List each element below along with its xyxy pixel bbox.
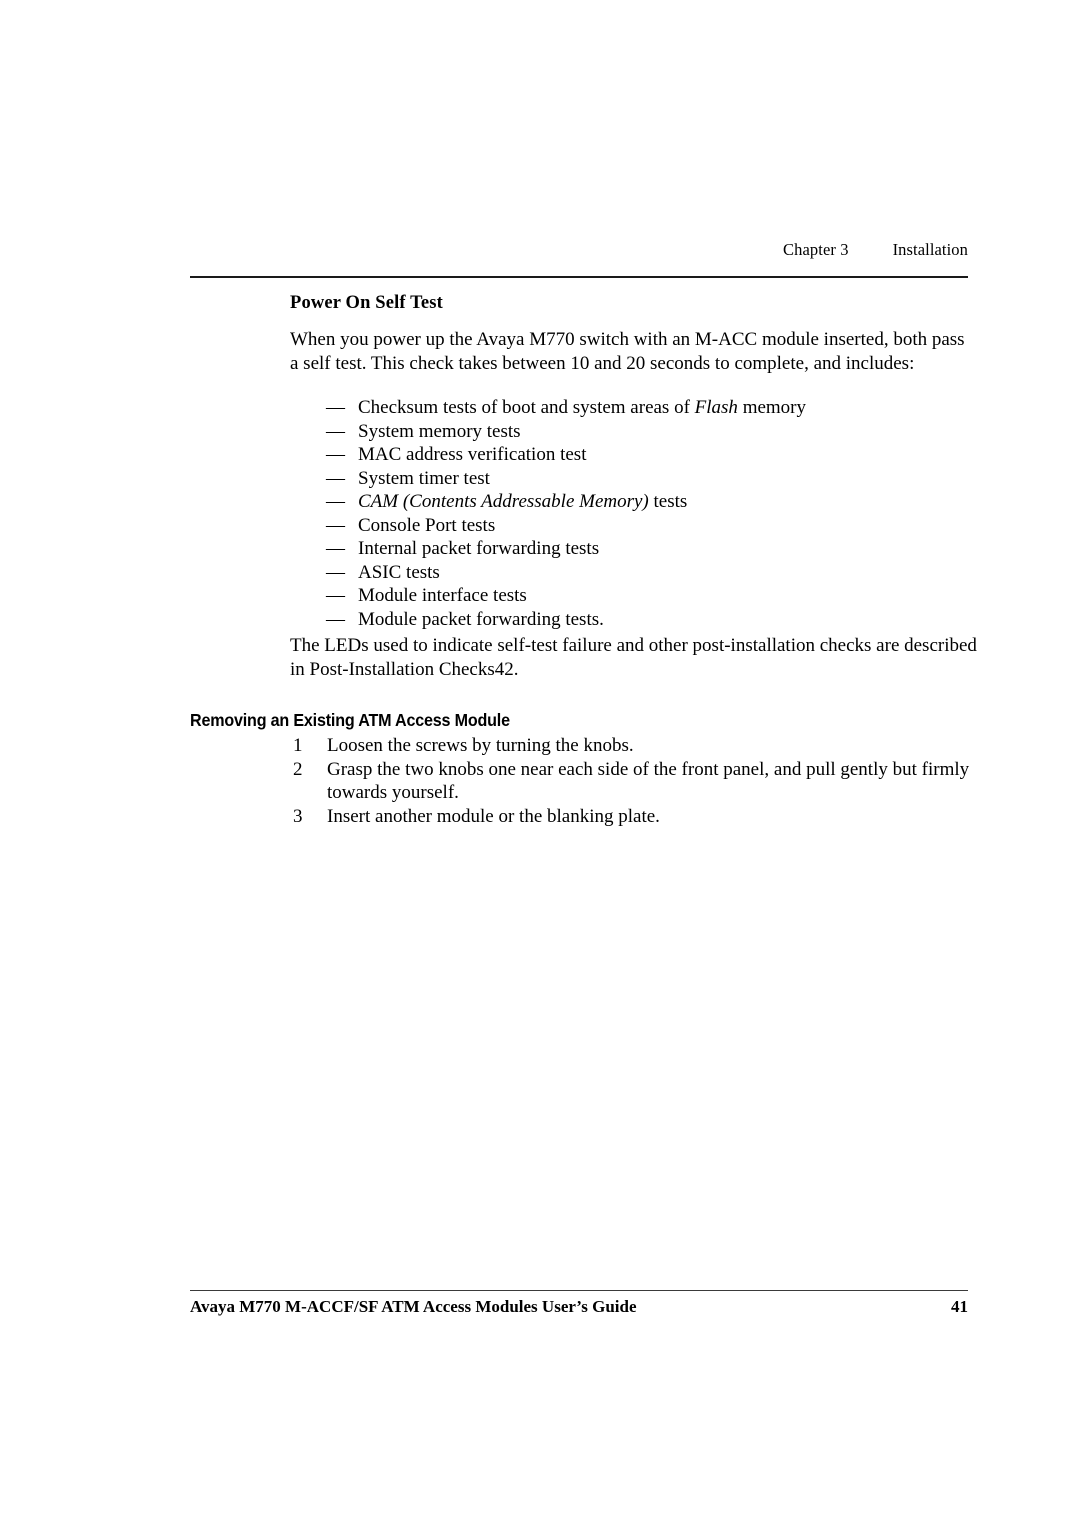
em-dash-bullet-icon: — xyxy=(326,467,345,489)
numbered-list-item-number: 3 xyxy=(293,805,303,827)
numbered-list-item: 1 Loosen the screws by turning the knobs. xyxy=(293,734,973,758)
dash-list-item: — Console Port tests xyxy=(326,514,986,538)
em-dash-bullet-icon: — xyxy=(326,444,345,465)
leds-paragraph: The LEDs used to indicate self-test fail… xyxy=(290,635,977,680)
dash-list-item: — System timer test xyxy=(326,467,986,491)
dash-list-item: — Internal packet forwarding tests xyxy=(326,537,986,561)
dash-list-item-text: Module packet forwarding tests. xyxy=(358,608,604,630)
em-dash-bullet-icon: — xyxy=(326,608,345,630)
footer-page-number: 41 xyxy=(951,1297,968,1316)
dash-list-item-emphasis: CAM (Contents Addressable Memory) xyxy=(358,491,649,512)
numbered-list-item-text: Insert another module or the blanking pl… xyxy=(327,805,660,827)
numbered-list-item: 3 Insert another module or the blanking p… xyxy=(293,805,973,829)
numbered-list-item: 2 Grasp the two knobs one near each side … xyxy=(293,758,973,805)
header-divider xyxy=(190,276,968,278)
em-dash-bullet-icon: — xyxy=(326,538,345,559)
em-dash-bullet-icon: — xyxy=(326,514,345,536)
running-header: Chapter 3 Installation xyxy=(190,240,968,260)
dash-list-item-text: System timer test xyxy=(358,467,490,489)
header-chapter-title: Installation xyxy=(892,240,968,259)
dash-list-item: — ASIC tests xyxy=(326,561,986,585)
dash-list-item: — MAC address verification test xyxy=(326,443,986,467)
numbered-list-item-number: 2 xyxy=(293,758,303,780)
numbered-list-item-text: Grasp the two knobs one near each side o… xyxy=(327,758,970,804)
numbered-list-item-text: Loosen the screws by turning the knobs. xyxy=(327,735,634,756)
dash-list-item-text: Checksum tests of boot and system areas … xyxy=(358,397,695,418)
footer-divider xyxy=(190,1290,968,1291)
dash-list-item-text: Internal packet forwarding tests xyxy=(358,538,600,559)
document-page: Chapter 3 Installation Power On Self Test… xyxy=(0,0,1080,1528)
dash-list-item-text: Module interface tests xyxy=(358,585,527,606)
intro-paragraph: When you power up the Avaya M770 switch … xyxy=(290,329,965,374)
dash-list-item: — Checksum tests of boot and system areas… xyxy=(326,396,986,420)
header-chapter-label: Chapter 3 xyxy=(783,240,849,259)
subsection-heading-power-on-self-test: Power On Self Test xyxy=(290,293,443,313)
dash-list-item-text-tail: tests xyxy=(648,491,688,512)
dash-list-item-text: ASIC tests xyxy=(358,561,440,583)
dash-list-item: — Module interface tests xyxy=(326,584,986,608)
dash-list-item: — Module packet forwarding tests. xyxy=(326,608,986,632)
em-dash-bullet-icon: — xyxy=(326,561,345,583)
dash-list-item-text: System memory tests xyxy=(358,420,521,442)
dash-list-item: — CAM (Contents Addressable Memory) tests xyxy=(326,490,986,514)
dash-list-item: — System memory tests xyxy=(326,420,986,444)
dash-list-item-emphasis: Flash xyxy=(694,397,738,418)
self-test-dash-list: — Checksum tests of boot and system areas… xyxy=(326,396,986,631)
em-dash-bullet-icon: — xyxy=(326,491,345,512)
dash-list-item-text-tail: memory xyxy=(737,397,807,418)
removal-steps-list: 1 Loosen the screws by turning the knobs.… xyxy=(293,734,973,828)
footer-title: Avaya M770 M-ACCF/SF ATM Access Modules … xyxy=(190,1297,637,1316)
numbered-list-item-number: 1 xyxy=(293,735,303,756)
dash-list-item-text: Console Port tests xyxy=(358,514,496,536)
em-dash-bullet-icon: — xyxy=(326,420,345,442)
em-dash-bullet-icon: — xyxy=(326,397,345,418)
em-dash-bullet-icon: — xyxy=(326,585,345,606)
dash-list-item-text: MAC address verification test xyxy=(358,444,587,465)
section-heading-removing-module: Removing an Existing ATM Access Module xyxy=(190,710,510,730)
